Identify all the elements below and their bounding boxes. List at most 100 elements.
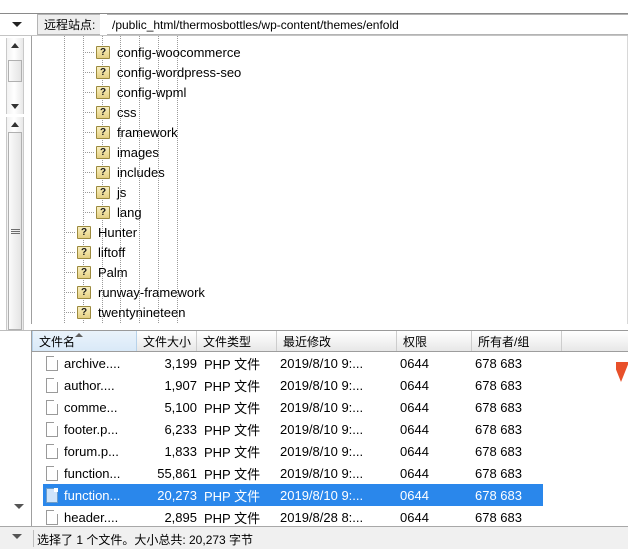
cursor-artifact-icon <box>616 362 628 384</box>
tree-item-label: runway-framework <box>98 284 205 300</box>
tree-item-config-wpml[interactable]: ? config-wpml <box>32 82 627 102</box>
tree-item-twentynineteen[interactable]: ? twentynineteen <box>32 302 627 322</box>
cell-owner: 678 683 <box>475 355 522 371</box>
tree-item-config-wordpress-seo[interactable]: ? config-wordpress-seo <box>32 62 627 82</box>
remote-site-label: 远程站点: <box>37 14 101 35</box>
folder-unknown-icon: ? <box>96 45 110 59</box>
table-row[interactable]: forum.p... 1,833 PHP 文件 2019/8/10 9:... 0644… <box>32 440 628 462</box>
cell-owner: 678 683 <box>475 399 522 415</box>
scrollbar-thumb[interactable] <box>8 60 22 82</box>
cell-name: function... <box>64 465 121 481</box>
tree-item-label: lang <box>117 204 142 220</box>
chevron-down-icon <box>12 22 22 27</box>
tree-scrollbar-thumb[interactable] <box>8 132 22 330</box>
tree-connector-icon <box>85 52 95 53</box>
file-document-icon <box>46 488 58 503</box>
cell-type: PHP 文件 <box>204 510 261 526</box>
column-header-perm[interactable]: 权限 <box>397 331 472 351</box>
tree-item-label: js <box>117 184 127 200</box>
cell-size: 2,895 <box>164 509 197 525</box>
column-header-name[interactable]: 文件名 <box>32 331 137 351</box>
folder-unknown-icon: ? <box>77 305 91 319</box>
column-header-size[interactable]: 文件大小 <box>137 331 197 351</box>
upper-panel-scrollbar[interactable] <box>6 38 24 114</box>
table-row[interactable]: comme... 5,100 PHP 文件 2019/8/10 9:... 0644 67… <box>32 396 628 418</box>
table-row[interactable]: header.... 2,895 PHP 文件 2019/8/28 8:... 0644… <box>32 506 628 526</box>
tree-connector-icon <box>85 112 95 113</box>
folder-unknown-icon: ? <box>96 85 110 99</box>
cell-mtime: 2019/8/10 9:... <box>280 355 364 371</box>
table-row[interactable]: archive.... 3,199 PHP 文件 2019/8/10 9:... 064… <box>32 352 628 374</box>
tree-item-runway-framework[interactable]: ? runway-framework <box>32 282 627 302</box>
tree-scrollbar[interactable] <box>6 117 24 330</box>
cell-size: 6,233 <box>164 421 197 437</box>
cell-size: 3,199 <box>164 355 197 371</box>
cell-size: 20,273 <box>157 487 197 503</box>
file-document-icon <box>46 356 58 371</box>
table-row[interactable]: author.... 1,907 PHP 文件 2019/8/10 9:... 0644… <box>32 374 628 396</box>
tree-connector-icon <box>85 132 95 133</box>
cell-name: author.... <box>64 377 115 393</box>
tree-item-images[interactable]: ? images <box>32 142 627 162</box>
tree-item-css[interactable]: ? css <box>32 102 627 122</box>
folder-unknown-icon: ? <box>96 145 110 159</box>
file-list-header: 文件名 文件大小 文件类型 最近修改 权限 所有者/组 <box>32 331 628 352</box>
remote-file-list[interactable]: 文件名 文件大小 文件类型 最近修改 权限 所有者/组 archive.... 3,199 P… <box>31 330 628 526</box>
scroll-up-button[interactable] <box>7 38 23 53</box>
tree-connector-icon <box>85 92 95 93</box>
folder-unknown-icon: ? <box>77 285 91 299</box>
column-header-owner[interactable]: 所有者/组 <box>472 331 562 351</box>
status-chevron-down-icon[interactable] <box>12 534 22 539</box>
tree-item-label: css <box>117 104 137 120</box>
cell-owner: 678 683 <box>475 443 522 459</box>
tree-item-config-woocommerce[interactable]: ? config-woocommerce <box>32 42 627 62</box>
folder-unknown-icon: ? <box>96 65 110 79</box>
cell-name: header.... <box>64 509 119 525</box>
sort-ascending-icon <box>75 333 83 337</box>
tree-connector-icon <box>85 72 95 73</box>
cell-owner: 678 683 <box>475 465 522 481</box>
cell-owner: 678 683 <box>475 377 522 393</box>
table-row[interactable]: function... 20,273 PHP 文件 2019/8/10 9:... 06… <box>32 484 628 506</box>
tree-item-framework[interactable]: ? framework <box>32 122 627 142</box>
tree-item-js[interactable]: ? js <box>32 182 627 202</box>
scroll-down-button[interactable] <box>7 99 23 114</box>
scrollbar-grip-icon <box>10 228 20 235</box>
triangle-up-icon <box>11 122 19 127</box>
tree-item-palm[interactable]: ? Palm <box>32 262 627 282</box>
list-scroll-down-icon[interactable] <box>14 504 24 509</box>
cell-type: PHP 文件 <box>204 444 261 460</box>
cell-size: 5,100 <box>164 399 197 415</box>
cell-perm: 0644 <box>400 487 429 503</box>
cell-perm: 0644 <box>400 509 429 525</box>
cell-name: archive.... <box>64 355 121 371</box>
cell-perm: 0644 <box>400 399 429 415</box>
cell-name: function... <box>64 487 121 503</box>
file-document-icon <box>46 466 58 481</box>
tree-item-lang[interactable]: ? lang <box>32 202 627 222</box>
remote-site-path-input[interactable]: /public_html/thermosbottles/wp-content/t… <box>107 14 628 35</box>
status-bar-text: 选择了 1 个文件。大小总共: 20,273 字节 <box>37 532 254 547</box>
tree-item-hunter[interactable]: ? Hunter <box>32 222 627 242</box>
tree-item-includes[interactable]: ? includes <box>32 162 627 182</box>
column-header-mtime[interactable]: 最近修改 <box>277 331 397 351</box>
folder-unknown-icon: ? <box>96 185 110 199</box>
cell-size: 55,861 <box>157 465 197 481</box>
tree-connector-icon <box>66 252 76 253</box>
tree-scroll-up-button[interactable] <box>7 117 23 132</box>
filezilla-remote-panel: 远程站点: /public_html/thermosbottles/wp-con… <box>0 0 628 549</box>
table-row[interactable]: footer.p... 6,233 PHP 文件 2019/8/10 9:... 064… <box>32 418 628 440</box>
remote-directory-tree[interactable]: ? config-woocommerce? config-wordpress-seo… <box>31 36 628 324</box>
file-document-icon <box>46 422 58 437</box>
tree-item-label: config-wordpress-seo <box>117 64 242 80</box>
folder-unknown-icon: ? <box>96 165 110 179</box>
cell-type: PHP 文件 <box>204 422 261 438</box>
tree-item-liftoff[interactable]: ? liftoff <box>32 242 627 262</box>
cell-owner: 678 683 <box>475 509 522 525</box>
table-row[interactable]: function... 55,861 PHP 文件 2019/8/10 9:... 06… <box>32 462 628 484</box>
cell-perm: 0644 <box>400 377 429 393</box>
folder-unknown-icon: ? <box>77 245 91 259</box>
file-document-icon <box>46 378 58 393</box>
site-history-dropdown-button[interactable] <box>3 14 31 35</box>
column-header-type[interactable]: 文件类型 <box>197 331 277 351</box>
